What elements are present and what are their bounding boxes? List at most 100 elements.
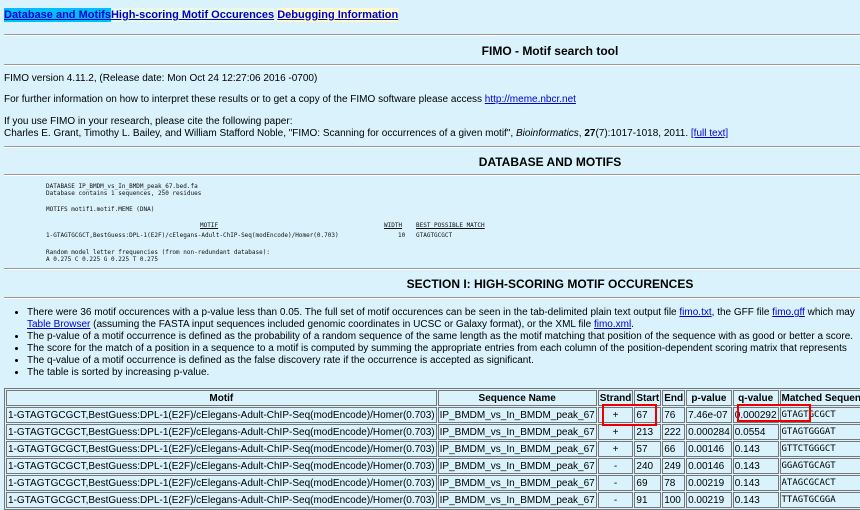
list-item: There were 36 motif occurences with a p-…: [27, 307, 860, 331]
section1-heading: SECTION I: HIGH-SCORING MOTIF OCCURENCES: [406, 277, 694, 291]
cell-qvalue: 0.143: [732, 441, 779, 457]
cell-sequence: IP_BMDM_vs_In_BMDM_peak_67: [437, 407, 597, 423]
table-row: 1-GTAGTGCGCT,BestGuess:DPL-1(E2F)/cElega…: [6, 492, 860, 508]
cell-pvalue: 0.00146: [686, 441, 732, 457]
info-line: For further information on how to interp…: [4, 94, 576, 105]
citation: Charles E. Grant, Timothy L. Bailey, and…: [4, 128, 729, 139]
info-text: For further information on how to interp…: [4, 94, 483, 105]
cell-sequence: IP_BMDM_vs_In_BMDM_peak_67: [437, 441, 597, 457]
col-motif-header: MOTIF: [200, 222, 219, 229]
cell-end: 222: [662, 424, 686, 440]
divider: [4, 34, 860, 36]
cell-end: 66: [662, 441, 686, 457]
cite-authors: Charles E. Grant, Timothy L. Bailey, and…: [4, 128, 514, 139]
full-text-link[interactable]: [full text]: [691, 128, 728, 139]
cell-end: 76: [662, 407, 686, 423]
cell-sequence: IP_BMDM_vs_In_BMDM_peak_67: [437, 424, 597, 440]
motif-best-match: GTAGTGCGCT: [416, 232, 453, 239]
cell-motif: 1-GTAGTGCGCT,BestGuess:DPL-1(E2F)/cElega…: [6, 492, 437, 508]
results-table-wrap: Motif Sequence Name Strand Start End p-v…: [4, 388, 860, 510]
cell-motif: 1-GTAGTGCGCT,BestGuess:DPL-1(E2F)/cElega…: [6, 475, 437, 491]
cell-start: 69: [634, 475, 662, 491]
meme-link[interactable]: http://meme.nbcr.net: [485, 94, 576, 105]
divider: [4, 146, 860, 148]
cell-qvalue: 0.143: [732, 492, 779, 508]
cell-sequence: IP_BMDM_vs_In_BMDM_peak_67: [437, 492, 597, 508]
nav-database-motifs-link[interactable]: Database and Motifs: [4, 8, 111, 22]
col-width-header: WIDTH: [384, 222, 403, 229]
cell-matched: GGAGTGCAGT: [779, 458, 860, 474]
cell-pvalue: 0.00146: [686, 458, 732, 474]
cell-pvalue: 0.00219: [686, 492, 732, 508]
version-line: FIMO version 4.11.2, (Release date: Mon …: [4, 73, 318, 84]
cell-end: 78: [662, 475, 686, 491]
start-end-highlight-box: [602, 404, 657, 426]
divider: [4, 297, 860, 299]
col-header-sequence: Sequence Name: [437, 390, 597, 406]
col-header-motif: Motif: [6, 390, 437, 406]
cell-start: 91: [634, 492, 662, 508]
table-row: 1-GTAGTGCGCT,BestGuess:DPL-1(E2F)/cElega…: [6, 458, 860, 474]
cite-intro: If you use FIMO in your research, please…: [4, 116, 293, 127]
list-item: The p-value of a motif occurrence is def…: [27, 331, 860, 343]
nav-debugging-link[interactable]: Debugging Information: [277, 8, 399, 22]
table-row: 1-GTAGTGCGCT,BestGuess:DPL-1(E2F)/cElega…: [6, 475, 860, 491]
top-nav: Database and MotifsHigh-scoring Motif Oc…: [4, 8, 399, 22]
cell-motif: 1-GTAGTGCGCT,BestGuess:DPL-1(E2F)/cElega…: [6, 407, 437, 423]
database-info: Database contains 1 sequences, 250 resid…: [46, 190, 202, 197]
motifs-line: MOTIFS motif1.motif.MEME (DNA): [46, 206, 155, 213]
cell-sequence: IP_BMDM_vs_In_BMDM_peak_67: [437, 458, 597, 474]
page-title: FIMO - Motif search tool: [481, 44, 619, 58]
cell-matched: ATAGCGCACT: [779, 475, 860, 491]
cell-sequence: IP_BMDM_vs_In_BMDM_peak_67: [437, 475, 597, 491]
list-item: The q-value of a motif occurrence is def…: [27, 355, 860, 367]
table-row: 1-GTAGTGCGCT,BestGuess:DPL-1(E2F)/cElega…: [6, 424, 860, 440]
cell-strand: +: [597, 424, 634, 440]
cell-start: 57: [634, 441, 662, 457]
motif-width: 10: [398, 232, 406, 239]
divider: [4, 64, 860, 66]
divider: [4, 268, 860, 270]
table-header-row: Motif Sequence Name Strand Start End p-v…: [6, 390, 860, 406]
cell-qvalue: 0.0554: [732, 424, 779, 440]
cell-end: 100: [662, 492, 686, 508]
list-item: The table is sorted by increasing p-valu…: [27, 367, 860, 379]
background-freqs: A 0.275 C 0.225 G 0.225 T 0.275: [46, 256, 158, 263]
cell-end: 249: [662, 458, 686, 474]
cell-strand: -: [597, 492, 634, 508]
matched-sequence-highlight-box: [737, 404, 811, 422]
col-header-end: End: [662, 390, 686, 406]
results-table: Motif Sequence Name Strand Start End p-v…: [4, 388, 860, 510]
table-row: 1-GTAGTGCGCT,BestGuess:DPL-1(E2F)/cElega…: [6, 407, 860, 423]
cell-start: 213: [634, 424, 662, 440]
col-best-header: BEST POSSIBLE MATCH: [416, 222, 485, 229]
list-item: The score for the match of a position in…: [27, 343, 860, 355]
cell-motif: 1-GTAGTGCGCT,BestGuess:DPL-1(E2F)/cElega…: [6, 424, 437, 440]
table-row: 1-GTAGTGCGCT,BestGuess:DPL-1(E2F)/cElega…: [6, 441, 860, 457]
cite-volume: 27: [584, 128, 596, 139]
cell-pvalue: 0.00219: [686, 475, 732, 491]
cell-motif: 1-GTAGTGCGCT,BestGuess:DPL-1(E2F)/cElega…: [6, 458, 437, 474]
fimo-txt-link[interactable]: fimo.txt: [679, 307, 711, 318]
cell-strand: -: [597, 475, 634, 491]
cell-matched: GTTCTGGGCT: [779, 441, 860, 457]
motif-name: 1-GTAGTGCGCT,BestGuess:DPL-1(E2F)/cElega…: [46, 232, 339, 239]
cell-qvalue: 0.143: [732, 458, 779, 474]
cell-start: 240: [634, 458, 662, 474]
cell-strand: +: [597, 441, 634, 457]
nav-motif-occurences-link[interactable]: High-scoring Motif Occurences: [110, 8, 275, 22]
fimo-xml-link[interactable]: fimo.xml: [594, 319, 631, 330]
notes-list: There were 36 motif occurences with a p-…: [0, 307, 860, 379]
cell-strand: -: [597, 458, 634, 474]
db-section-heading: DATABASE AND MOTIFS: [478, 155, 622, 169]
cell-pvalue: 7.46e-07: [686, 407, 732, 423]
table-browser-link[interactable]: Table Browser: [27, 319, 90, 330]
cite-pages: (7):1017-1018, 2011.: [595, 128, 689, 139]
cite-journal: Bioinformatics: [515, 128, 579, 139]
fimo-gff-link[interactable]: fimo.gff: [772, 307, 805, 318]
divider: [4, 174, 860, 176]
cell-matched: GTAGTGGGAT: [779, 424, 860, 440]
col-header-pvalue: p-value: [686, 390, 732, 406]
cell-qvalue: 0.143: [732, 475, 779, 491]
cell-pvalue: 0.000284: [686, 424, 732, 440]
